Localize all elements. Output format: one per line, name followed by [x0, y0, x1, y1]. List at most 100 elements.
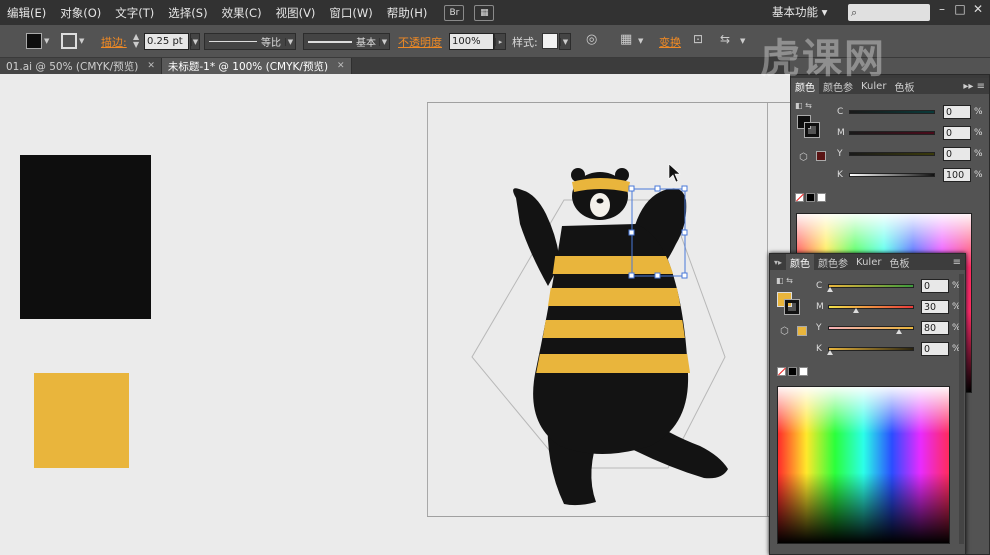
tab-kuler[interactable]: Kuler — [857, 81, 890, 92]
variable-width-profile-dropdown[interactable]: 等比 ▼ — [204, 33, 296, 50]
bridge-button[interactable]: Br — [444, 4, 465, 21]
opacity-field[interactable]: 100% — [449, 33, 494, 50]
brush-line-preview — [308, 40, 352, 43]
menu-object[interactable]: 对象(O) — [53, 5, 108, 21]
tab-document-01[interactable]: 01.ai @ 50% (CMYK/预览) ✕ — [0, 58, 162, 74]
tab-color[interactable]: 颜色 — [791, 78, 819, 94]
cyan-label: C — [837, 107, 844, 117]
stroke-weight-label[interactable]: 描边: — [101, 34, 127, 51]
artboard-bottom-guide — [427, 516, 790, 517]
help-search-input[interactable]: ⌕ — [848, 4, 930, 21]
stroke-swatch[interactable] — [804, 122, 820, 138]
profile-line-preview — [209, 41, 257, 42]
stroke-weight-field[interactable]: 0.25 pt — [144, 33, 189, 50]
tab-label: 01.ai @ 50% (CMYK/预览) — [6, 60, 139, 73]
black-slider-row: K 100 % — [837, 168, 983, 182]
stroke-swatch[interactable] — [784, 299, 800, 315]
brush-definition-dropdown[interactable]: 基本 ▼ — [303, 33, 390, 50]
recolor-artwork-icon[interactable]: ◎ — [586, 32, 597, 49]
tab-kuler[interactable]: Kuler — [852, 257, 885, 268]
isolate-selection-icon[interactable]: ⊡ — [693, 32, 703, 49]
panel-menu-icon[interactable]: ≡ — [953, 257, 965, 268]
tab-color-guide[interactable]: 颜色参 — [819, 79, 857, 94]
minimize-button[interactable]: – — [934, 2, 950, 18]
black-quick-swatch[interactable] — [788, 367, 797, 376]
black-slider[interactable] — [849, 173, 935, 177]
stroke-stepper-icon[interactable]: ▲ ▼ — [133, 33, 139, 50]
workspace-switcher[interactable]: 基本功能 ▾ — [772, 4, 827, 20]
panel-menu-icon[interactable]: ⇆ — [720, 32, 730, 49]
menu-view[interactable]: 视图(V) — [269, 5, 323, 21]
black-slider[interactable] — [828, 347, 914, 351]
magenta-slider[interactable] — [849, 131, 935, 135]
align-grid-icon[interactable]: ▦ — [620, 32, 632, 49]
black-value-field[interactable]: 0 — [921, 342, 949, 356]
white-quick-swatch[interactable] — [817, 193, 826, 202]
panel-menu-icon[interactable]: ▸▸ ≡ — [963, 81, 989, 92]
tab-swatches[interactable]: 色板 — [890, 79, 918, 94]
color-spectrum[interactable] — [777, 386, 950, 544]
yellow-value-field[interactable]: 0 — [943, 147, 971, 161]
cyan-slider[interactable] — [828, 284, 914, 288]
yellow-slider[interactable] — [849, 152, 935, 156]
unit-label: % — [974, 170, 983, 180]
magenta-value-field[interactable]: 0 — [943, 126, 971, 140]
default-colors-icon[interactable]: ◧ ⇆ — [776, 276, 793, 285]
yellow-label: Y — [837, 149, 843, 159]
stroke-color-swatch[interactable] — [61, 33, 77, 49]
gamut-swatch[interactable] — [797, 326, 807, 336]
close-icon[interactable]: ✕ — [147, 61, 155, 71]
align-dropdown-arrow-icon[interactable]: ▼ — [638, 37, 643, 54]
yellow-value-field[interactable]: 80 — [921, 321, 949, 335]
tab-document-untitled[interactable]: 未标题-1* @ 100% (CMYK/预览) ✕ — [161, 58, 352, 74]
stroke-dropdown-arrow-icon[interactable]: ▼ — [79, 37, 89, 54]
fill-color-swatch[interactable] — [26, 33, 42, 49]
white-quick-swatch[interactable] — [799, 367, 808, 376]
collapse-arrows-icon[interactable]: ▾▸ — [770, 258, 786, 267]
default-colors-icon[interactable]: ◧ ⇆ — [795, 101, 812, 110]
arrange-documents-icon[interactable]: ▦ — [474, 4, 495, 21]
tab-swatches[interactable]: 色板 — [885, 255, 913, 270]
menu-help[interactable]: 帮助(H) — [380, 5, 435, 21]
cyan-slider[interactable] — [849, 110, 935, 114]
menu-bar: 编辑(E) 对象(O) 文字(T) 选择(S) 效果(C) 视图(V) 窗口(W… — [0, 0, 990, 25]
menu-window[interactable]: 窗口(W) — [322, 5, 379, 21]
magenta-value-field[interactable]: 30 — [921, 300, 949, 314]
graphic-style-dropdown[interactable]: ▼ — [559, 33, 571, 50]
none-swatch-icon[interactable] — [777, 367, 786, 376]
fill-dropdown-arrow-icon[interactable]: ▼ — [44, 37, 54, 54]
tab-color[interactable]: 颜色 — [786, 254, 815, 270]
close-window-button[interactable]: ✕ — [970, 2, 986, 18]
cyan-value-field[interactable]: 0 — [943, 105, 971, 119]
opacity-label[interactable]: 不透明度 — [398, 34, 442, 51]
cyan-slider-thumb[interactable] — [827, 287, 833, 292]
panel-menu-arrow-icon[interactable]: ▼ — [740, 37, 745, 54]
transform-label[interactable]: 变换 — [659, 34, 681, 51]
gamut-swatch[interactable] — [816, 151, 826, 161]
magenta-slider[interactable] — [828, 305, 914, 309]
chevron-down-icon: ▼ — [285, 37, 295, 46]
black-value-field[interactable]: 100 — [943, 168, 971, 182]
menu-edit[interactable]: 编辑(E) — [0, 5, 53, 21]
magenta-label: M — [816, 302, 824, 312]
magenta-slider-thumb[interactable] — [853, 308, 859, 313]
menu-type[interactable]: 文字(T) — [108, 5, 161, 21]
maximize-button[interactable]: □ — [952, 2, 968, 18]
chevron-down-icon: ▼ — [379, 37, 389, 46]
black-slider-row: K 0 % — [816, 342, 961, 356]
menu-select[interactable]: 选择(S) — [161, 5, 214, 21]
graphic-style-swatch[interactable] — [542, 33, 558, 49]
opacity-dropdown[interactable]: ▸ — [494, 33, 506, 50]
black-quick-swatch[interactable] — [806, 193, 815, 202]
cyan-value-field[interactable]: 0 — [921, 279, 949, 293]
menu-effect[interactable]: 效果(C) — [215, 5, 269, 21]
close-icon[interactable]: ✕ — [337, 61, 345, 71]
yellow-slider-thumb[interactable] — [896, 329, 902, 334]
black-slider-thumb[interactable] — [827, 350, 833, 355]
panel-scrollbar[interactable] — [959, 274, 964, 544]
stroke-weight-dropdown[interactable]: ▼ — [190, 33, 200, 50]
artboard-canvas[interactable] — [0, 74, 790, 555]
none-swatch-icon[interactable] — [795, 193, 804, 202]
tab-color-guide[interactable]: 颜色参 — [814, 255, 852, 270]
bear-illustration[interactable] — [0, 74, 790, 555]
